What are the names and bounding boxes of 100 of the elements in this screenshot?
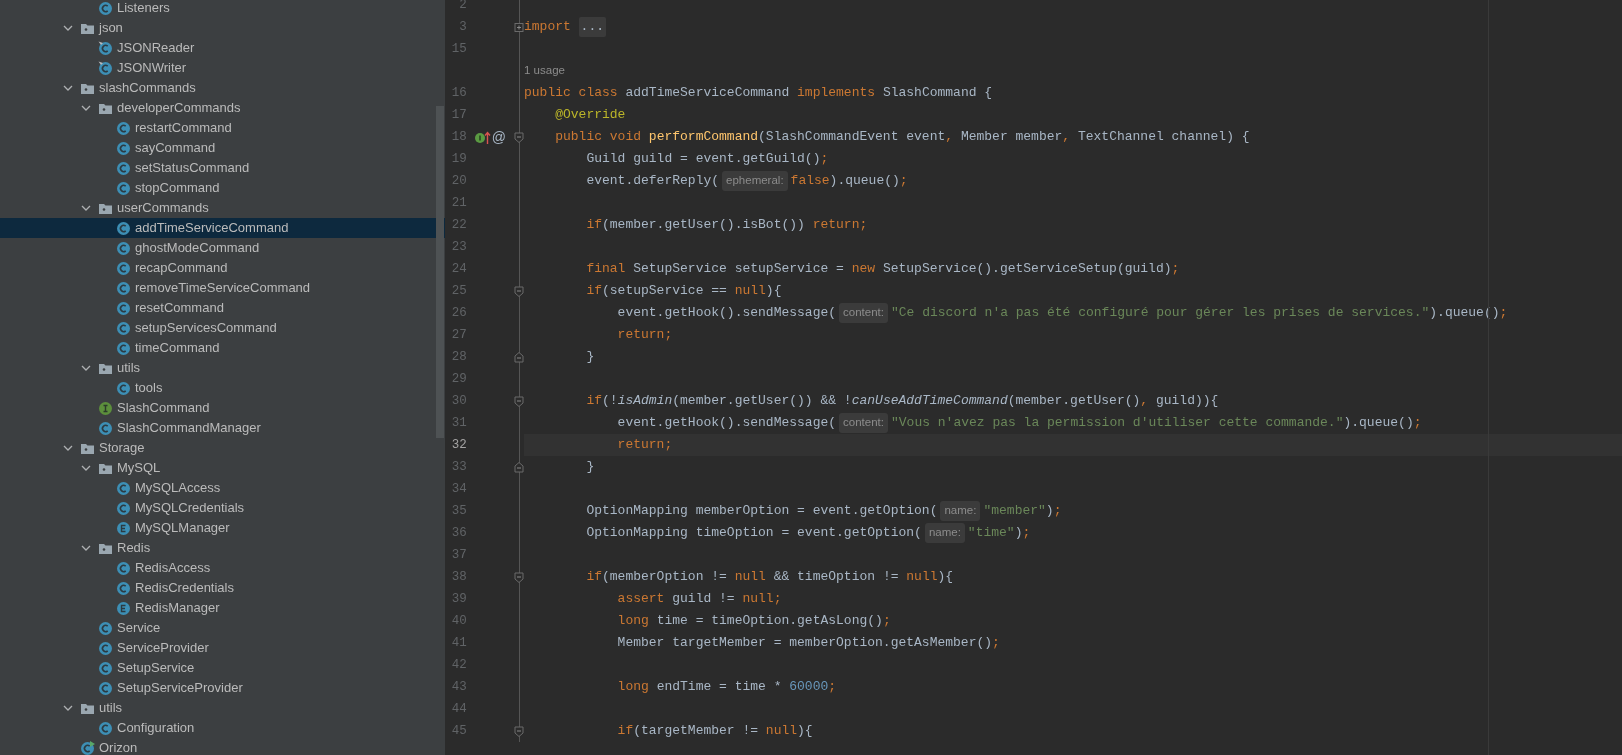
code-text: Guild guild = event.getGuild(); <box>585 150 829 169</box>
file-tree-item[interactable]: addTimeServiceCommand <box>0 218 445 238</box>
file-tree-item[interactable]: MySQLAccess <box>0 478 445 498</box>
class-icon <box>116 340 131 356</box>
file-tree-item[interactable]: ghostModeCommand <box>0 238 445 258</box>
parameter-hint: content: <box>839 413 888 433</box>
folder-tree-item[interactable]: json <box>0 18 445 38</box>
line-number: 39 <box>450 590 467 608</box>
file-tree-item[interactable]: MySQLCredentials <box>0 498 445 518</box>
file-tree-item[interactable]: setupServicesCommand <box>0 318 445 338</box>
folder-tree-item[interactable]: slashCommands <box>0 78 445 98</box>
enum-icon <box>116 600 131 616</box>
class-icon <box>116 560 131 576</box>
class-icon <box>116 220 131 236</box>
file-tree-item[interactable]: timeCommand <box>0 338 445 358</box>
code-text: event.getHook().sendMessage( <box>616 304 837 323</box>
file-tree-item[interactable]: RedisCredentials <box>0 578 445 598</box>
line-number: 20 <box>450 172 467 190</box>
file-tree-item[interactable]: SlashCommand <box>0 398 445 418</box>
code-text: OptionMapping timeOption = event.getOption( <box>585 524 922 543</box>
interface-icon <box>98 400 113 416</box>
class-icon <box>98 660 113 676</box>
file-tree-item[interactable]: tools <box>0 378 445 398</box>
fold-marker-icon[interactable] <box>513 725 524 737</box>
line-number: 18 <box>450 128 467 146</box>
code-text: OptionMapping memberOption = event.getOption( <box>585 502 938 521</box>
file-tree-item[interactable]: stopCommand <box>0 178 445 198</box>
code-text: import <box>524 18 572 37</box>
file-tree-item[interactable]: RedisAccess <box>0 558 445 578</box>
file-tree-item[interactable]: Service <box>0 618 445 638</box>
fold-marker-icon[interactable] <box>513 395 524 407</box>
file-tree-item[interactable]: Listeners <box>0 0 445 18</box>
code-text: if(setupService == null){ <box>585 282 782 301</box>
code-text: long time = timeOption.getAsLong(); <box>616 612 891 631</box>
parameter-hint: name: <box>924 523 965 543</box>
line-number: 31 <box>450 414 467 432</box>
usage-count-link[interactable]: 1 usage <box>524 62 565 80</box>
class-icon <box>116 140 131 156</box>
code-text: Member targetMember = memberOption.getAsMember(); <box>616 634 1000 653</box>
file-tree-item[interactable]: RedisManager <box>0 598 445 618</box>
code-text: if(!isAdmin(member.getUser()) && !canUseAddTimeCommand(member.getUser(), guild)){ <box>585 392 1219 411</box>
code-text: return; <box>616 326 673 345</box>
fold-marker-icon[interactable] <box>513 461 524 473</box>
file-tree-item[interactable]: Orizon <box>0 738 445 755</box>
line-number: 21 <box>450 194 467 212</box>
class-icon <box>116 180 131 196</box>
code-text: false).queue(); <box>790 172 908 191</box>
scrollbar-thumb[interactable] <box>436 106 444 438</box>
fold-marker-icon[interactable] <box>513 351 524 363</box>
class-icon <box>116 280 131 296</box>
code-text: "Ce discord n'a pas été configuré pour gérer les prises de services.").queue(); <box>891 304 1508 323</box>
code-text: long endTime = time * 60000; <box>616 678 837 697</box>
class-icon <box>98 680 113 696</box>
line-number: 23 <box>450 238 467 256</box>
file-tree-item[interactable]: Configuration <box>0 718 445 738</box>
file-tree-item[interactable]: setStatusCommand <box>0 158 445 178</box>
class-icon <box>98 640 113 656</box>
class-icon <box>98 420 113 436</box>
file-tree-item[interactable]: JSONReader <box>0 38 445 58</box>
file-tree-item[interactable]: restartCommand <box>0 118 445 138</box>
folder-tree-item[interactable]: utils <box>0 358 445 378</box>
code-text: assert guild != null; <box>616 590 782 609</box>
line-number: 42 <box>450 656 467 674</box>
folder-tree-item[interactable]: MySQL <box>0 458 445 478</box>
code-text: } <box>585 348 595 367</box>
file-tree-item[interactable]: resetCommand <box>0 298 445 318</box>
file-tree-item[interactable]: SetupService <box>0 658 445 678</box>
file-tree-item[interactable]: SetupServiceProvider <box>0 678 445 698</box>
fold-marker-icon[interactable] <box>513 131 524 143</box>
file-tree-item[interactable]: sayCommand <box>0 138 445 158</box>
line-number: 29 <box>450 370 467 388</box>
folder-tree-item[interactable]: Storage <box>0 438 445 458</box>
folded-code[interactable]: ... <box>578 17 606 37</box>
line-number: 43 <box>450 678 467 696</box>
line-number: 3 <box>458 18 467 36</box>
implements-marker-icon[interactable] <box>473 130 491 144</box>
folder-tree-item[interactable]: userCommands <box>0 198 445 218</box>
folder-tree-item[interactable]: developerCommands <box>0 98 445 118</box>
folder-tree-item[interactable]: Redis <box>0 538 445 558</box>
fold-marker-icon[interactable] <box>513 571 524 583</box>
file-tree-item[interactable]: MySQLManager <box>0 518 445 538</box>
line-number: 32 <box>450 436 467 454</box>
line-number: 36 <box>450 524 467 542</box>
code-text: "member"); <box>983 502 1062 521</box>
file-tree-item[interactable]: recapCommand <box>0 258 445 278</box>
file-tree-item[interactable]: ServiceProvider <box>0 638 445 658</box>
class-icon <box>116 480 131 496</box>
fold-marker-icon[interactable] <box>513 285 524 297</box>
file-tree-item[interactable]: SlashCommandManager <box>0 418 445 438</box>
code-text: if(member.getUser().isBot()) return; <box>585 216 868 235</box>
expand-marker-icon[interactable] <box>513 21 524 33</box>
annotation-marker[interactable]: @ <box>491 126 506 148</box>
class-icon <box>98 60 113 76</box>
file-tree-item[interactable]: removeTimeServiceCommand <box>0 278 445 298</box>
folder-tree-item[interactable]: utils <box>0 698 445 718</box>
line-number: 25 <box>450 282 467 300</box>
code-text: if(memberOption != null && timeOption != null){ <box>585 568 954 587</box>
line-number: 35 <box>450 502 467 520</box>
file-tree-item[interactable]: JSONWriter <box>0 58 445 78</box>
code-text: final SetupService setupService = new SetupService().getServiceSetup(guild); <box>585 260 1180 279</box>
